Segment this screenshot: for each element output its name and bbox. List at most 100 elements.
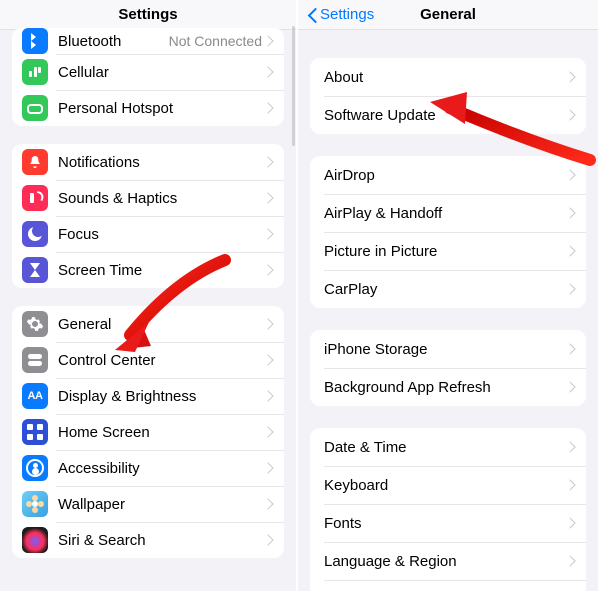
chevron-right-icon [266, 354, 274, 366]
chevron-right-icon [266, 35, 274, 47]
row-label: Wallpaper [58, 496, 266, 513]
row-personal-hotspot[interactable]: Personal Hotspot [12, 90, 284, 126]
general-pane: Settings General About Software Update A… [298, 0, 598, 591]
row-label: CarPlay [324, 281, 568, 298]
back-label: Settings [320, 6, 374, 23]
row-label: Personal Hotspot [58, 100, 266, 117]
row-label: Home Screen [58, 424, 266, 441]
scrollbar[interactable] [292, 26, 295, 146]
row-label: Background App Refresh [324, 379, 568, 396]
row-home-screen[interactable]: Home Screen [12, 414, 284, 450]
chevron-right-icon [266, 462, 274, 474]
chevron-right-icon [266, 192, 274, 204]
general-group-1: AirDrop AirPlay & Handoff Picture in Pic… [310, 156, 586, 308]
chevron-right-icon [568, 555, 576, 567]
nav-title-left: Settings [118, 6, 177, 23]
row-label: Bluetooth [58, 33, 169, 50]
home-screen-icon [22, 419, 48, 445]
chevron-right-icon [568, 517, 576, 529]
row-label: Keyboard [324, 477, 568, 494]
chevron-right-icon [266, 498, 274, 510]
row-detail: Not Connected [169, 33, 262, 49]
chevron-right-icon [266, 264, 274, 276]
chevron-right-icon [568, 207, 576, 219]
chevron-right-icon [568, 343, 576, 355]
chevron-right-icon [568, 441, 576, 453]
row-siri-search[interactable]: Siri & Search [12, 522, 284, 558]
row-label: Siri & Search [58, 532, 266, 549]
row-background-app-refresh[interactable]: Background App Refresh [310, 368, 586, 406]
row-focus[interactable]: Focus [12, 216, 284, 252]
row-label: Accessibility [58, 460, 266, 477]
row-label: iPhone Storage [324, 341, 568, 358]
row-label: Display & Brightness [58, 388, 266, 405]
row-bluetooth[interactable]: Bluetooth Not Connected [12, 28, 284, 54]
general-group-0: About Software Update [310, 58, 586, 134]
row-carplay[interactable]: CarPlay [310, 270, 586, 308]
chevron-right-icon [568, 109, 576, 121]
general-scroll[interactable]: About Software Update AirDrop AirPlay & … [298, 30, 598, 591]
navbar-right: Settings General [298, 0, 598, 30]
row-fonts[interactable]: Fonts [310, 504, 586, 542]
siri-search-icon [22, 527, 48, 553]
row-display-brightness[interactable]: AA Display & Brightness [12, 378, 284, 414]
row-sounds-haptics[interactable]: Sounds & Haptics [12, 180, 284, 216]
row-wallpaper[interactable]: Wallpaper [12, 486, 284, 522]
nav-title-right: General [420, 6, 476, 23]
row-picture-in-picture[interactable]: Picture in Picture [310, 232, 586, 270]
back-button[interactable]: Settings [306, 0, 374, 29]
row-dictionary[interactable]: Dictionary [310, 580, 586, 591]
settings-group-device: General Control Center AA Display & Brig… [12, 306, 284, 558]
row-label: Sounds & Haptics [58, 190, 266, 207]
chevron-right-icon [266, 66, 274, 78]
row-label: General [58, 316, 266, 333]
wallpaper-icon [22, 491, 48, 517]
row-label: Fonts [324, 515, 568, 532]
row-keyboard[interactable]: Keyboard [310, 466, 586, 504]
display-brightness-icon: AA [22, 383, 48, 409]
accessibility-icon [22, 455, 48, 481]
general-group-3: Date & Time Keyboard Fonts Language & Re… [310, 428, 586, 591]
row-label: Cellular [58, 64, 266, 81]
row-label: AirDrop [324, 167, 568, 184]
chevron-left-icon [306, 7, 318, 23]
control-center-icon [22, 347, 48, 373]
row-label: AirPlay & Handoff [324, 205, 568, 222]
row-label: Focus [58, 226, 266, 243]
row-screen-time[interactable]: Screen Time [12, 252, 284, 288]
row-accessibility[interactable]: Accessibility [12, 450, 284, 486]
chevron-right-icon [568, 245, 576, 257]
bluetooth-icon [22, 28, 48, 54]
chevron-right-icon [266, 156, 274, 168]
notifications-icon [22, 149, 48, 175]
chevron-right-icon [568, 381, 576, 393]
general-group-2: iPhone Storage Background App Refresh [310, 330, 586, 406]
settings-scroll[interactable]: Bluetooth Not Connected Cellular Persona… [0, 24, 296, 591]
row-label: Notifications [58, 154, 266, 171]
row-label: About [324, 69, 568, 86]
row-software-update[interactable]: Software Update [310, 96, 586, 134]
screen-time-icon [22, 257, 48, 283]
row-label: Date & Time [324, 439, 568, 456]
chevron-right-icon [266, 534, 274, 546]
row-about[interactable]: About [310, 58, 586, 96]
row-iphone-storage[interactable]: iPhone Storage [310, 330, 586, 368]
row-notifications[interactable]: Notifications [12, 144, 284, 180]
row-label: Screen Time [58, 262, 266, 279]
row-label: Control Center [58, 352, 266, 369]
row-control-center[interactable]: Control Center [12, 342, 284, 378]
sounds-haptics-icon [22, 185, 48, 211]
settings-group-connectivity: Bluetooth Not Connected Cellular Persona… [12, 28, 284, 126]
chevron-right-icon [568, 71, 576, 83]
row-cellular[interactable]: Cellular [12, 54, 284, 90]
row-date-time[interactable]: Date & Time [310, 428, 586, 466]
focus-icon [22, 221, 48, 247]
chevron-right-icon [266, 390, 274, 402]
row-label: Language & Region [324, 553, 568, 570]
row-airdrop[interactable]: AirDrop [310, 156, 586, 194]
row-general[interactable]: General [12, 306, 284, 342]
row-language-region[interactable]: Language & Region [310, 542, 586, 580]
chevron-right-icon [568, 169, 576, 181]
general-icon [22, 311, 48, 337]
row-airplay-handoff[interactable]: AirPlay & Handoff [310, 194, 586, 232]
